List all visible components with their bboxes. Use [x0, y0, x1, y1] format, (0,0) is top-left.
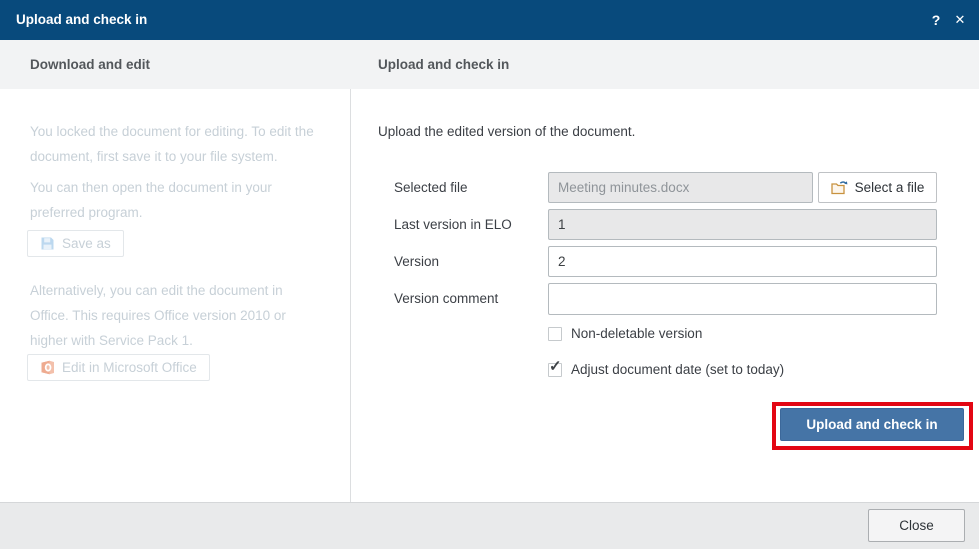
help-icon[interactable]: ? — [925, 0, 947, 40]
version-comment-label: Version comment — [394, 291, 499, 306]
adjust-date-checkbox-row[interactable]: ✓ Adjust document date (set to today) — [548, 358, 785, 377]
dialog-titlebar: Upload and check in ? ✕ — [0, 0, 979, 40]
folder-open-icon — [830, 181, 847, 195]
version-comment-input[interactable] — [548, 283, 937, 315]
office-info-text: Alternatively, you can edit the document… — [30, 283, 286, 348]
upload-intro-text: Upload the edited version of the documen… — [378, 124, 636, 139]
selected-file-input — [548, 172, 813, 203]
last-version-label: Last version in ELO — [394, 217, 512, 232]
adjust-date-checkbox[interactable]: ✓ — [548, 358, 562, 377]
selected-file-label: Selected file — [394, 180, 468, 195]
upload-checkin-dialog: { "window": { "title": "Upload and check… — [0, 0, 979, 549]
section-title-upload-checkin: Upload and check in — [378, 57, 510, 72]
panel-divider — [350, 89, 351, 502]
last-version-input — [548, 209, 937, 240]
locked-info-text: You locked the document for editing. To … — [30, 124, 314, 164]
save-as-label: Save as — [62, 236, 111, 251]
adjust-date-label: Adjust document date (set to today) — [571, 362, 785, 377]
edit-in-office-button[interactable]: Edit in Microsoft Office — [27, 354, 210, 381]
save-icon — [41, 237, 54, 250]
office-icon — [41, 360, 54, 375]
edit-in-office-label: Edit in Microsoft Office — [62, 360, 197, 375]
version-input[interactable] — [548, 246, 937, 277]
select-file-label: Select a file — [854, 180, 925, 195]
non-deletable-label: Non-deletable version — [571, 326, 703, 341]
open-program-info-text: You can then open the document in your p… — [30, 180, 272, 220]
close-icon[interactable]: ✕ — [949, 0, 971, 40]
select-file-button[interactable]: Select a file — [818, 172, 937, 203]
close-button[interactable]: Close — [868, 509, 965, 542]
upload-and-checkin-button[interactable]: Upload and check in — [780, 408, 964, 441]
section-title-download-edit: Download and edit — [30, 57, 150, 72]
non-deletable-checkbox[interactable] — [548, 326, 562, 341]
section-header-band: Download and edit Upload and check in — [0, 40, 979, 89]
footer-bar: Close — [0, 502, 979, 549]
non-deletable-checkbox-row[interactable]: Non-deletable version — [548, 326, 702, 341]
save-as-button[interactable]: Save as — [27, 230, 124, 257]
version-label: Version — [394, 254, 440, 269]
check-icon: ✓ — [549, 357, 562, 375]
dialog-title: Upload and check in — [16, 12, 148, 27]
